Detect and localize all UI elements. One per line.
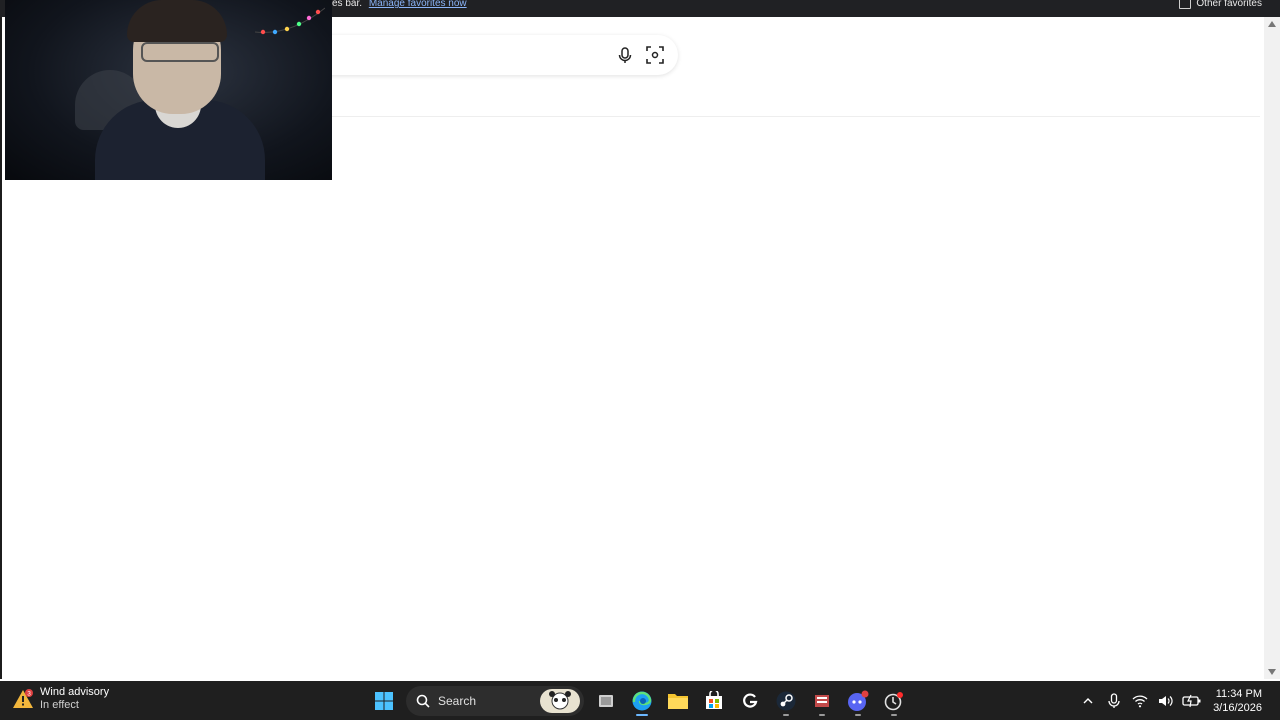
- show-hidden-icons-chevron-icon[interactable]: [1077, 690, 1099, 712]
- scroll-up-arrow-icon[interactable]: [1268, 21, 1276, 27]
- weather-warning-icon: 3: [12, 688, 34, 710]
- headset: [127, 0, 227, 42]
- system-tray: 11:34 PM 3/16/2026: [1075, 681, 1280, 720]
- other-favorites-button[interactable]: Other favorites: [1179, 0, 1262, 9]
- wifi-icon[interactable]: [1129, 690, 1151, 712]
- scroll-down-arrow-icon[interactable]: [1268, 669, 1276, 675]
- volume-icon[interactable]: [1155, 690, 1177, 712]
- file-explorer-icon: [668, 694, 688, 709]
- favorites-bar-message: es bar. Manage favorites now: [332, 0, 467, 9]
- content-divider: [332, 116, 1260, 117]
- app-with-badge-icon: [884, 692, 903, 711]
- weather-subtitle: In effect: [40, 699, 79, 711]
- running-indicator: [819, 714, 825, 716]
- discord-button[interactable]: [840, 685, 876, 717]
- g-app-button[interactable]: [732, 685, 768, 717]
- microphone-icon[interactable]: [1103, 690, 1125, 712]
- folder-icon: [1179, 0, 1192, 9]
- search-box[interactable]: [302, 35, 678, 75]
- file-explorer-button[interactable]: [660, 685, 696, 717]
- webcam-overlay: [5, 0, 332, 180]
- steam-icon: [776, 691, 796, 711]
- microphone-icon[interactable]: [615, 45, 635, 65]
- battery-icon[interactable]: [1181, 690, 1203, 712]
- app-icon: [815, 695, 829, 707]
- svg-text:3: 3: [27, 691, 31, 698]
- running-indicator: [783, 714, 789, 716]
- running-indicator: [855, 714, 861, 716]
- taskbar-apps: Search: [366, 685, 912, 717]
- running-indicator: [891, 714, 897, 716]
- clock-time: 11:34 PM: [1215, 687, 1262, 700]
- clock-date: 3/16/2026: [1213, 701, 1262, 714]
- start-button[interactable]: [366, 685, 402, 717]
- discord-icon: [848, 690, 869, 711]
- task-view-icon: [599, 695, 613, 707]
- app-with-badge-button[interactable]: [876, 685, 912, 717]
- microsoft-store-icon: [706, 691, 722, 709]
- task-view-button[interactable]: [588, 685, 624, 717]
- steam-button[interactable]: [768, 685, 804, 717]
- weather-title: Wind advisory: [40, 686, 110, 698]
- taskbar: 3 Wind advisory In effect Search 11:34 P…: [0, 681, 1280, 720]
- g-app-icon: [743, 693, 758, 708]
- active-indicator: [636, 714, 648, 716]
- weather-widget[interactable]: 3 Wind advisory In effect: [12, 686, 109, 712]
- favorites-bar-message-text: es bar.: [332, 0, 363, 9]
- search-label: Search: [438, 694, 477, 708]
- string-lights: [255, 7, 325, 35]
- start-icon: [375, 692, 393, 710]
- taskbar-search[interactable]: Search: [406, 686, 584, 716]
- vertical-scrollbar[interactable]: [1264, 17, 1280, 679]
- edge-button[interactable]: [624, 685, 660, 717]
- manage-favorites-link[interactable]: Manage favorites now: [369, 0, 467, 9]
- other-favorites-label: Other favorites: [1196, 0, 1262, 9]
- search-icon: [416, 694, 430, 708]
- clock[interactable]: 11:34 PM 3/16/2026: [1213, 687, 1262, 715]
- visual-search-icon[interactable]: [645, 45, 665, 65]
- glasses: [141, 42, 219, 62]
- microsoft-store-button[interactable]: [696, 685, 732, 717]
- app-button[interactable]: [804, 685, 840, 717]
- search-highlight-image: [540, 689, 580, 713]
- edge-icon: [632, 691, 652, 711]
